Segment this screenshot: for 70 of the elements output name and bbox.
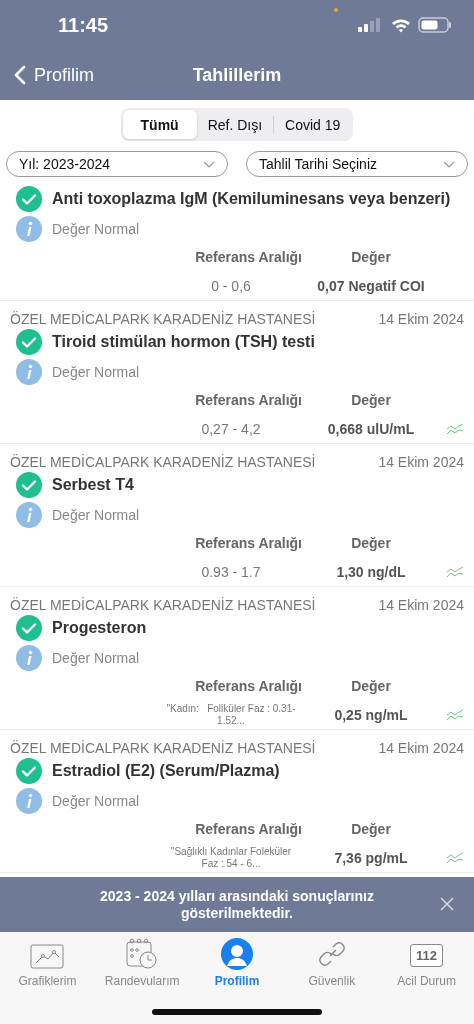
calendar-clock-icon (125, 938, 160, 970)
tab-bar-item[interactable]: Randevularım (97, 936, 188, 988)
test-name: Serbest T4 (52, 476, 134, 494)
status-text: Değer Normal (52, 363, 140, 380)
info-icon (16, 787, 42, 814)
result-date: 14 Ekim 2024 (378, 454, 464, 470)
reference-range: 0,27 - 4,2 (200, 420, 262, 437)
status-text: Değer Normal (52, 649, 140, 666)
reference-range: 0 - 0,6 (210, 277, 252, 294)
back-button[interactable]: Profilim (14, 64, 94, 86)
back-chevron-icon (14, 65, 26, 85)
reference-range: "Sağlıklı Kadınlar Foleküler Faz : 54 - 6... (169, 845, 293, 870)
test-name: Progesteron (52, 619, 147, 637)
test-name: Tiroid stimülan hormon (TSH) testi (52, 333, 315, 351)
chevron-down-icon (203, 160, 215, 168)
trend-chart-icon[interactable] (446, 565, 464, 578)
recording-dot (334, 8, 338, 12)
result-date: 14 Ekim 2024 (378, 311, 464, 327)
column-label: Referans Aralığı (194, 249, 303, 265)
reference-range: "Kadın: Foliküler Faz : 0.31-1.52... (165, 702, 297, 727)
status-text: Değer Normal (52, 506, 140, 523)
status-time: 11:45 (58, 13, 109, 37)
chevron-down-icon (443, 160, 455, 168)
column-label: Değer (350, 821, 392, 837)
result-date: 14 Ekim 2024 (378, 740, 464, 756)
segment-tab[interactable]: Covid 19 (274, 110, 352, 139)
battery-icon (418, 17, 452, 33)
banner-message: 2023 - 2024 yılları arasındaki sonuçlarınız gösterilmektedir. (99, 887, 375, 922)
line-chart-icon (30, 944, 65, 970)
tab-bar-item[interactable]: Güvenlik (286, 936, 377, 988)
result-value: 0,07 Negatif COI (316, 277, 426, 294)
test-name: Anti toxoplazma IgM (Kemiluminesans veya benzeri) (52, 190, 451, 208)
column-label: Referans Aralığı (194, 678, 303, 694)
person-icon (221, 938, 253, 970)
trend-chart-icon[interactable] (446, 422, 464, 435)
result-date: 14 Ekim 2024 (378, 597, 464, 613)
wifi-icon (391, 17, 411, 33)
tab-bar-item[interactable]: Grafiklerim (2, 936, 93, 988)
segment-tab[interactable]: Ref. Dışı (196, 110, 274, 139)
result-value: 0,25 ng/mL (333, 706, 409, 723)
tab-bar-item[interactable]: Profilim (192, 936, 282, 988)
tab-bar-item[interactable]: 112 Acil Durum (381, 936, 472, 988)
segment-tab[interactable]: Tümü (122, 110, 197, 139)
result-value: 7,36 pg/mL (333, 849, 409, 866)
hospital-name: ÖZEL MEDİCALPARK KARADENİZ HASTANESİ (10, 311, 316, 327)
column-label: Değer (350, 249, 392, 265)
info-icon (16, 215, 42, 242)
info-icon (16, 644, 42, 671)
trend-chart-icon[interactable] (446, 708, 464, 721)
info-icon (16, 501, 42, 528)
column-label: Referans Aralığı (194, 392, 303, 408)
emergency-number-badge: 112 (410, 944, 444, 967)
reference-range: 0.93 - 1.7 (200, 563, 262, 580)
column-label: Değer (350, 535, 392, 551)
column-label: Referans Aralığı (194, 821, 303, 837)
test-name: Estradiol (E2) (Serum/Plazma) (52, 762, 280, 780)
hospital-name: ÖZEL MEDİCALPARK KARADENİZ HASTANESİ (10, 597, 316, 613)
hospital-name: ÖZEL MEDİCALPARK KARADENİZ HASTANESİ (10, 454, 316, 470)
result-value: 1,30 ng/dL (335, 563, 407, 580)
status-text: Değer Normal (52, 792, 140, 809)
column-label: Referans Aralığı (194, 535, 303, 551)
status-text: Değer Normal (52, 220, 140, 237)
close-icon[interactable] (440, 897, 454, 911)
info-icon (16, 358, 42, 385)
result-value: 0,668 ulU/mL (326, 420, 416, 437)
column-label: Değer (350, 678, 392, 694)
hospital-name: ÖZEL MEDİCALPARK KARADENİZ HASTANESİ (10, 740, 316, 756)
column-label: Değer (350, 392, 392, 408)
trend-chart-icon[interactable] (446, 851, 464, 864)
nav-title: Tahlillerim (192, 64, 282, 85)
